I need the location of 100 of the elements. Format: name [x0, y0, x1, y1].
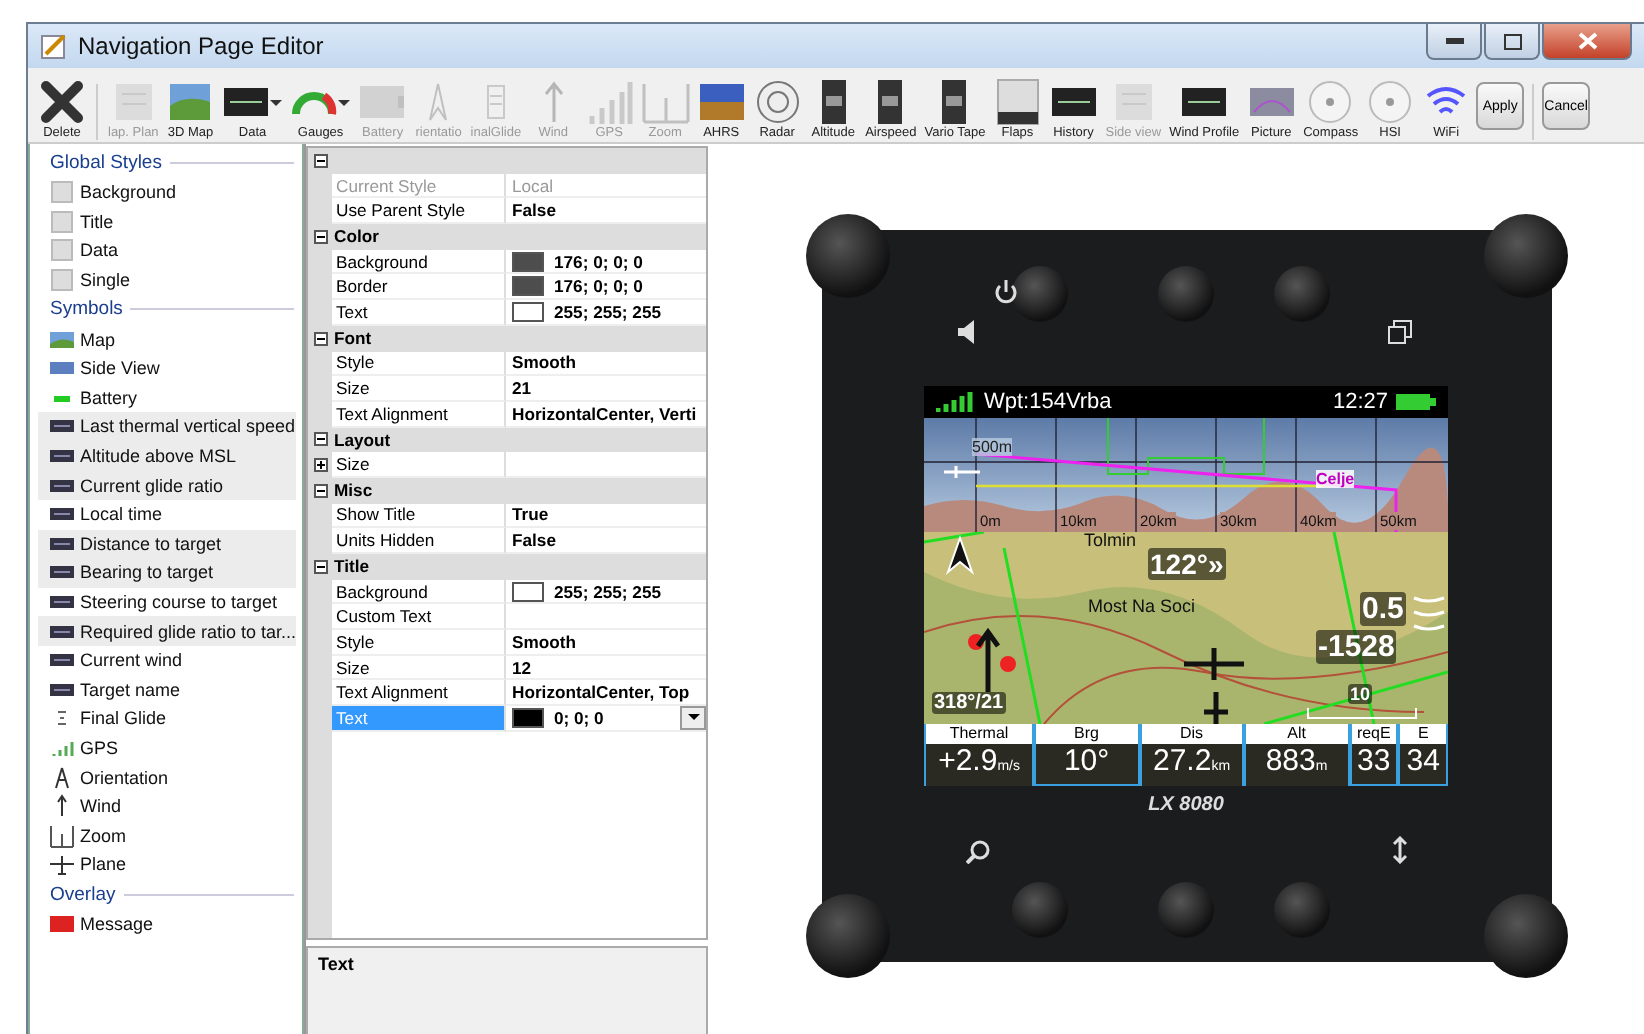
style-list-item[interactable]: Distance to target	[38, 529, 296, 559]
field-value: 34	[1400, 744, 1446, 784]
style-list-item[interactable]: Side View	[38, 353, 296, 384]
collapse-icon[interactable]	[313, 331, 327, 346]
speaker-icon	[957, 320, 975, 344]
dropdown-button[interactable]	[680, 706, 706, 730]
signal-icon	[936, 391, 976, 412]
search-icon	[965, 840, 989, 864]
minimize-icon	[1445, 38, 1463, 44]
style-list-item[interactable]: Plane	[38, 850, 296, 880]
style-list-item[interactable]: Current wind	[38, 645, 296, 675]
category-label: Misc	[332, 480, 373, 501]
field-title: Alt	[1246, 724, 1348, 744]
up-down-arrow-icon	[1391, 836, 1407, 864]
style-list-item[interactable]: Local time	[38, 499, 296, 530]
wind-reading: 318°/21	[932, 692, 1006, 715]
property-name[interactable]: Style	[332, 351, 506, 377]
property-value: HorizontalCenter, Top	[512, 682, 690, 703]
property-value: 255; 255; 255	[554, 301, 662, 322]
knob[interactable]	[1483, 214, 1567, 298]
vario-value: 0.5	[1360, 592, 1406, 627]
style-list-item[interactable]: Background	[38, 178, 296, 208]
style-list-item[interactable]: Last thermal vertical speed	[38, 412, 296, 442]
expand-icon[interactable]	[313, 458, 327, 473]
collapse-icon[interactable]	[313, 229, 327, 244]
knob[interactable]	[1483, 894, 1567, 978]
style-list-item[interactable]: Required glide ratio to tar...	[38, 616, 296, 646]
style-list-item[interactable]: Data	[38, 236, 296, 266]
category-label: Font	[332, 328, 372, 349]
property-name[interactable]: Style	[332, 630, 506, 656]
property-value: 176; 0; 0; 0	[554, 251, 643, 272]
close-button[interactable]	[1542, 24, 1632, 60]
caret-icon[interactable]	[270, 96, 283, 108]
property-name[interactable]: Custom Text	[332, 604, 506, 631]
property-value: True	[512, 504, 549, 525]
power-icon	[993, 280, 1017, 304]
property-name[interactable]: Size	[332, 376, 506, 402]
battery-icon	[1396, 391, 1436, 412]
property-name[interactable]: Background	[332, 249, 506, 275]
property-value: False	[512, 530, 556, 551]
window-title: Navigation Page Editor	[78, 32, 326, 60]
style-list-item[interactable]: Current glide ratio	[38, 470, 296, 500]
property-value: Smooth	[512, 631, 576, 652]
property-value: Smooth	[512, 352, 576, 373]
property-name[interactable]: Show Title	[332, 503, 506, 529]
clock-time: 12:27	[1332, 389, 1388, 414]
category-label: Title	[332, 556, 370, 577]
style-list-item[interactable]: Wind	[38, 791, 296, 821]
section-header: Global Styles	[50, 152, 162, 174]
pages-icon	[1387, 320, 1411, 344]
property-value: 12	[512, 657, 532, 678]
property-value: Local	[512, 175, 554, 196]
style-list-item[interactable]: Single	[38, 265, 296, 295]
section-header: Overlay	[50, 883, 116, 906]
description-title: Text	[318, 954, 354, 974]
style-list-item[interactable]: Target name	[38, 675, 296, 705]
field-title: E	[1400, 724, 1446, 744]
waypoint-label: Wpt:154Vrba	[984, 389, 1112, 414]
property-value: 21	[512, 378, 532, 399]
style-list-item[interactable]: Steering course to target	[38, 587, 296, 617]
style-list-item[interactable]: Altitude above MSL	[38, 441, 296, 471]
collapse-icon[interactable]	[313, 559, 327, 574]
style-list-item[interactable]: GPS	[38, 733, 296, 763]
close-icon	[1577, 32, 1597, 50]
collapse-icon[interactable]	[313, 153, 327, 168]
style-list-item[interactable]: Final Glide	[38, 704, 296, 734]
property-name[interactable]: Border	[332, 274, 506, 301]
style-list-item[interactable]: Map	[38, 324, 296, 354]
field-value: 33	[1351, 744, 1397, 784]
property-name[interactable]: Size	[332, 655, 506, 681]
maximize-button[interactable]	[1484, 24, 1540, 60]
style-list-item[interactable]: Message	[38, 909, 296, 939]
style-list-item[interactable]: Bearing to target	[38, 558, 296, 588]
category-label: Color	[332, 226, 379, 247]
property-value: False	[512, 200, 556, 221]
field-value: 10°	[1036, 744, 1138, 784]
minimize-button[interactable]	[1426, 24, 1482, 60]
property-value: 255; 255; 255	[554, 581, 662, 602]
property-value: 176; 0; 0; 0	[554, 276, 643, 297]
altitude-difference: -1528	[1316, 630, 1397, 665]
collapse-icon[interactable]	[313, 432, 327, 447]
section-header: Symbols	[50, 298, 123, 321]
collapse-icon[interactable]	[313, 483, 327, 498]
track-bearing: 122°»	[1148, 548, 1226, 581]
maximize-icon	[1503, 33, 1521, 49]
caret-icon[interactable]	[338, 96, 351, 108]
field-title: Thermal	[926, 724, 1033, 744]
property-value: HorizontalCenter, Verti	[512, 403, 697, 424]
scale-label: 10	[1348, 684, 1373, 705]
property-value: 0; 0; 0	[554, 707, 604, 728]
style-list-item[interactable]: Battery	[38, 383, 296, 413]
property-name[interactable]: Background	[332, 579, 506, 605]
knob[interactable]	[805, 894, 889, 978]
style-list-item[interactable]: Zoom	[38, 820, 296, 851]
knob[interactable]	[805, 214, 889, 298]
editor-icon	[40, 32, 68, 60]
category-label: Layout	[332, 429, 391, 450]
style-list-item[interactable]: Title	[38, 207, 296, 237]
style-list-item[interactable]: Orientation	[38, 762, 296, 792]
field-title: Dis	[1141, 724, 1243, 744]
